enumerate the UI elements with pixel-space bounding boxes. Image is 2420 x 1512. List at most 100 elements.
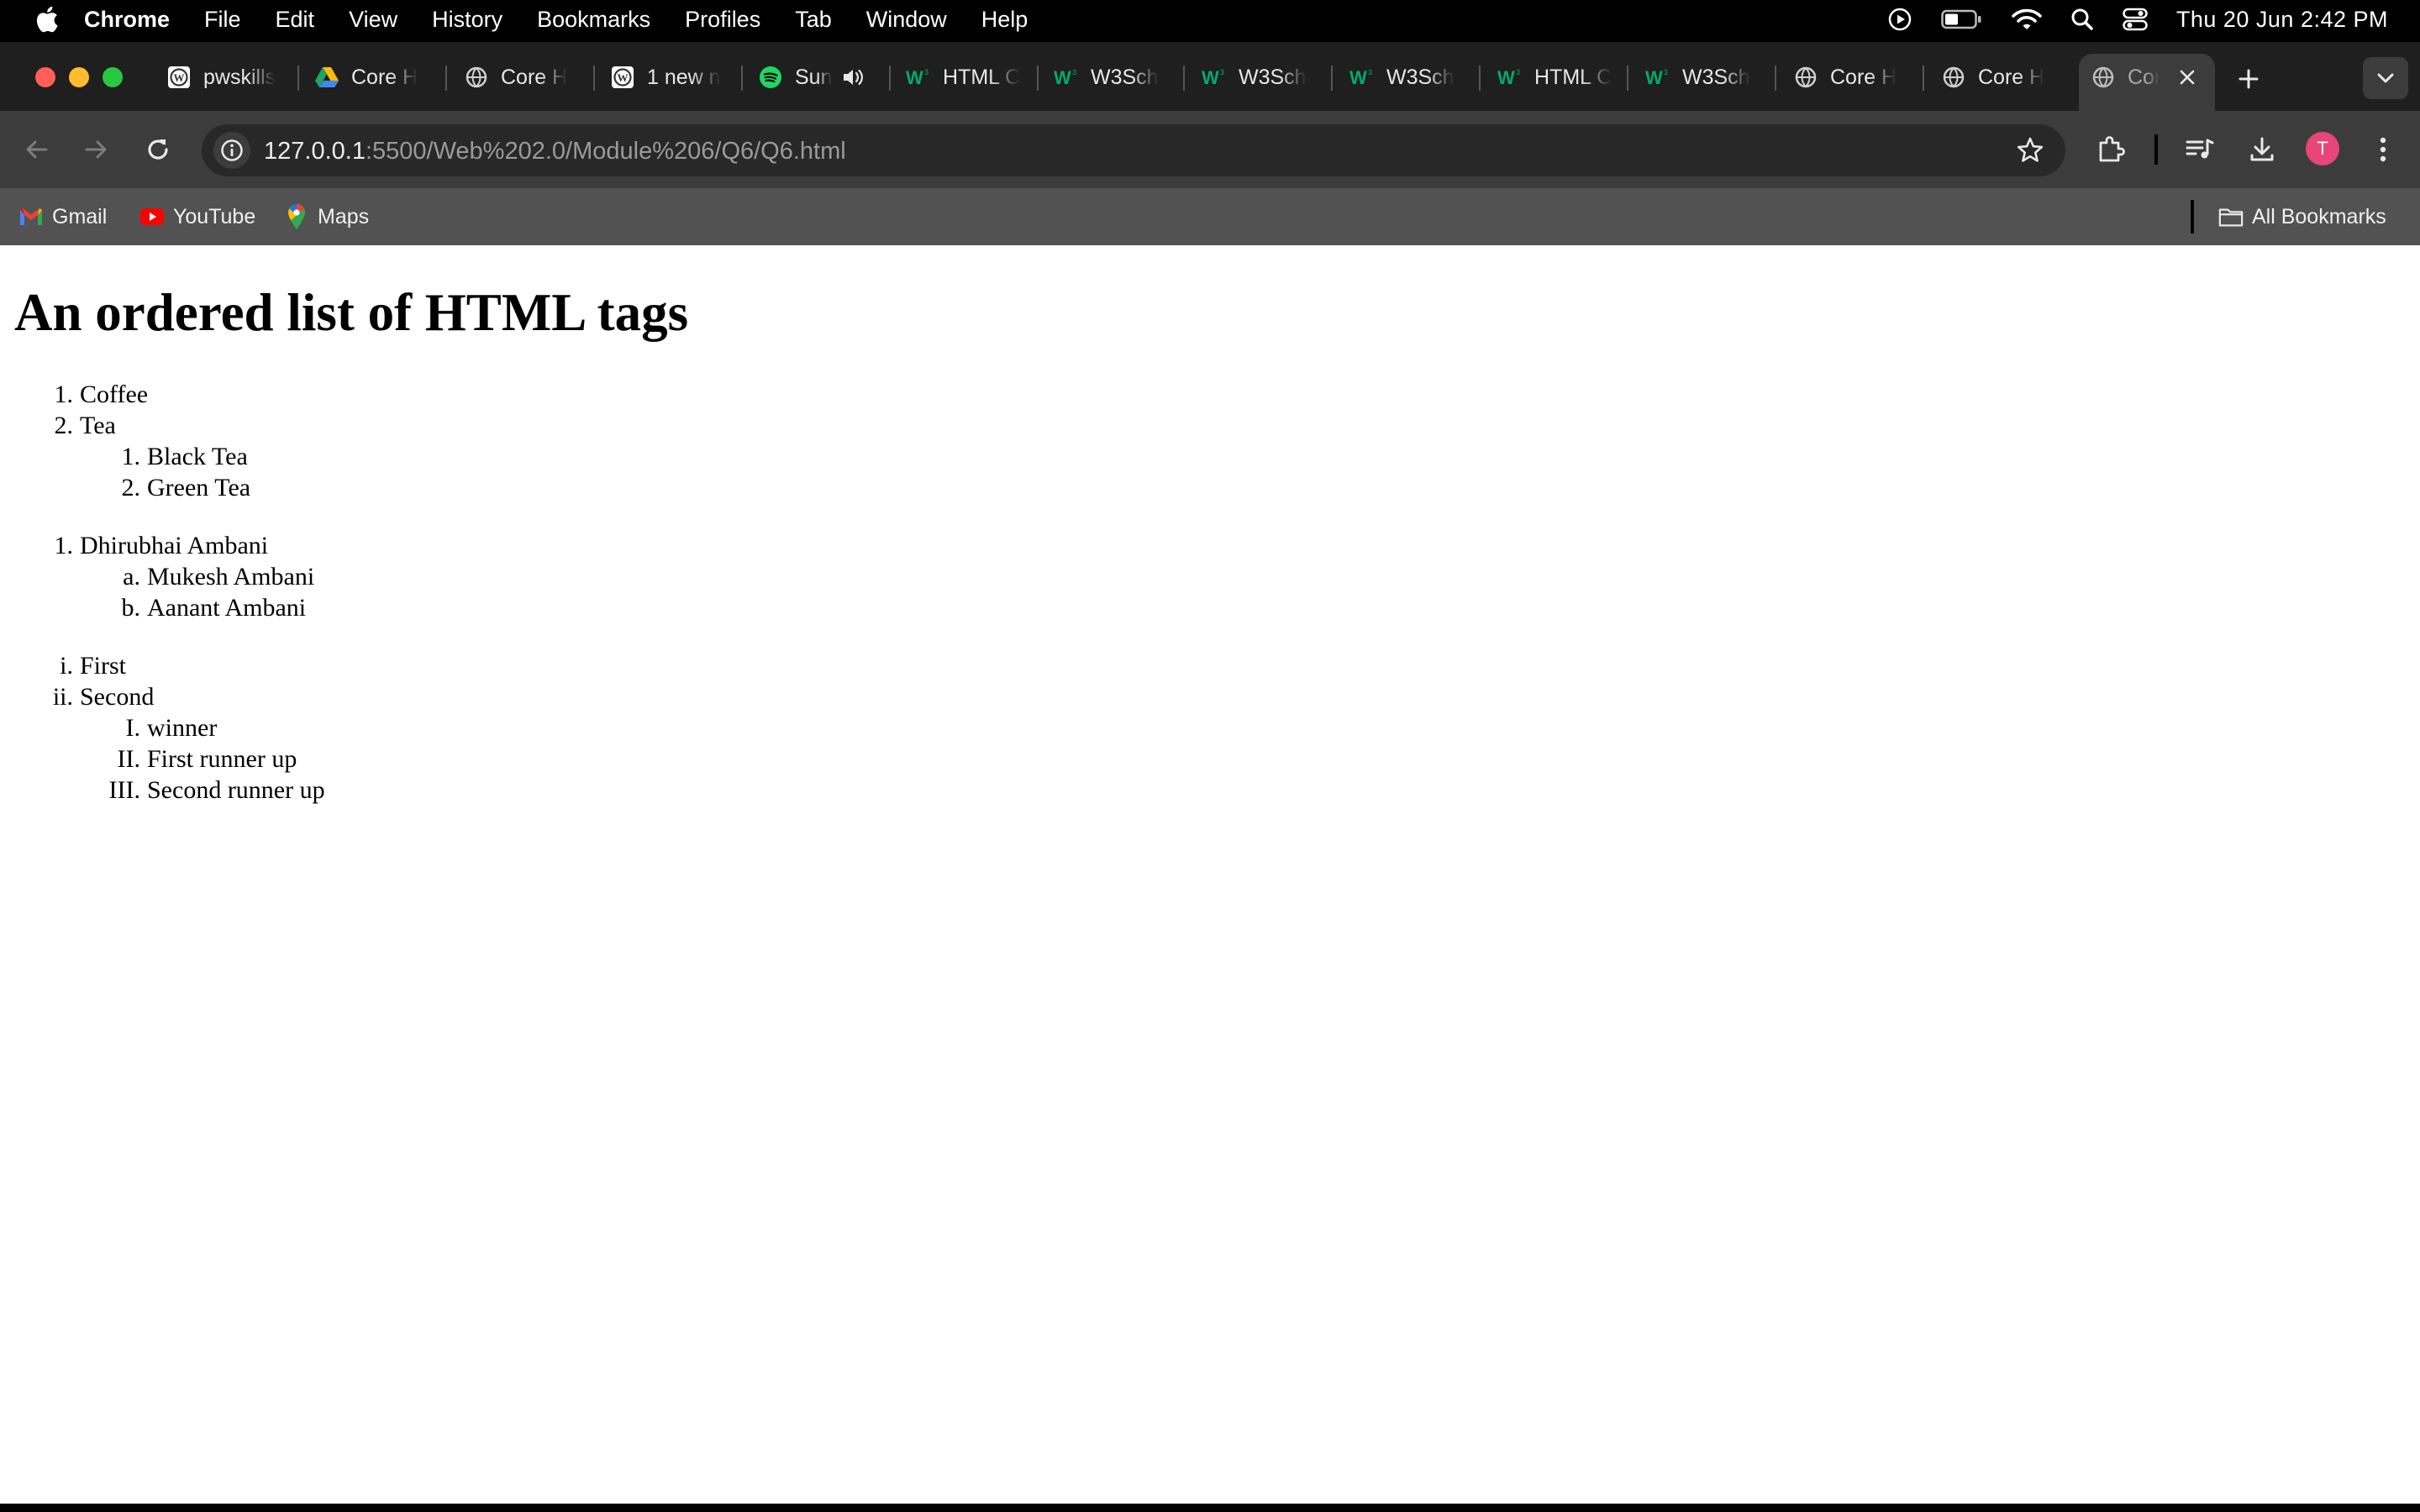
tab-html-w3schools-2[interactable]: W3 HTML C (1497, 60, 1612, 94)
new-tab-button[interactable] (2232, 62, 2265, 96)
bookmark-maps[interactable]: Maps (284, 203, 369, 230)
tab-separator (889, 66, 891, 91)
tab-label: 1 new n (647, 65, 721, 89)
tab-new-notification[interactable]: W 1 new n (610, 60, 724, 94)
nested-list-item: II. First runner up (118, 745, 297, 774)
chrome-menu-button[interactable] (2368, 134, 2398, 165)
spotlight-search-icon[interactable] (2070, 8, 2094, 31)
w3schools-icon: W3 (1349, 65, 1375, 90)
list-marker: III. (108, 776, 140, 804)
list-item-text: Tea (80, 412, 116, 439)
list-item-text: Black Tea (147, 443, 248, 470)
profile-avatar[interactable]: T (2306, 132, 2339, 165)
list-item-text: Second (80, 683, 155, 711)
window-minimize-button[interactable] (69, 67, 89, 87)
tab-separator (1923, 66, 1924, 91)
tab-core-html-drive[interactable]: Core H (314, 60, 429, 94)
address-bar[interactable]: 127.0.0.1:5500/Web%202.0/Module%206/Q6/Q… (202, 124, 2065, 176)
bookmarks-bar: Gmail YouTube Maps All Bookmarks (0, 188, 2420, 245)
list-item-text: First (80, 652, 127, 680)
wifi-icon[interactable] (2012, 8, 2042, 31)
back-button[interactable] (22, 134, 52, 165)
battery-icon[interactable] (1941, 8, 1983, 30)
tab-core-html-1[interactable]: Core H (464, 60, 578, 94)
page-heading: An ordered list of HTML tags (14, 283, 689, 342)
nested-list-item: 2. Green Tea (122, 474, 251, 502)
tab-label: W3Sch (1239, 65, 1307, 89)
list-item: 1. Coffee (55, 381, 149, 409)
menu-bar-clock[interactable]: Thu 20 Jun 2:42 PM (2176, 7, 2388, 33)
tab-separator (1037, 66, 1039, 91)
list-marker: 2. (54, 412, 74, 439)
list-item: i. First (60, 652, 127, 680)
site-info-icon[interactable] (213, 132, 250, 169)
control-center-icon[interactable] (2123, 8, 2148, 31)
address-url[interactable]: 127.0.0.1:5500/Web%202.0/Module%206/Q6/Q… (264, 138, 846, 165)
tab-audio-playing-icon[interactable] (842, 67, 864, 87)
downloads-button[interactable] (2247, 134, 2277, 165)
svg-text:W: W (174, 71, 185, 84)
tab-w3schools-4[interactable]: W3 W3Sch (1645, 60, 1760, 94)
list-marker: 1. (121, 443, 141, 470)
forward-button[interactable] (81, 134, 111, 165)
menu-chrome[interactable]: Chrome (84, 7, 170, 33)
globe-icon (2091, 65, 2116, 90)
reload-button[interactable] (143, 134, 173, 165)
globe-icon (1793, 65, 1818, 90)
svg-text:3: 3 (1220, 68, 1224, 76)
extensions-button[interactable] (2096, 134, 2126, 165)
now-playing-icon[interactable] (1887, 7, 1912, 32)
window-close-button[interactable] (35, 67, 55, 87)
tab-w3schools-2[interactable]: W3 W3Sch (1202, 60, 1316, 94)
menu-file[interactable]: File (204, 7, 241, 33)
menu-profiles[interactable]: Profiles (685, 7, 760, 33)
bookmark-star-icon[interactable] (2015, 135, 2045, 170)
bookmark-gmail[interactable]: Gmail (18, 203, 107, 230)
all-bookmarks-button[interactable]: All Bookmarks (2218, 203, 2386, 230)
globe-icon (1941, 65, 1966, 90)
menu-tab[interactable]: Tab (795, 7, 832, 33)
tab-label: HTML C (1534, 65, 1612, 89)
apple-logo-icon[interactable] (34, 5, 59, 34)
page-content: An ordered list of HTML tags 1. Coffee 2… (0, 245, 2420, 1504)
svg-text:3: 3 (1516, 68, 1520, 76)
google-maps-icon (284, 204, 309, 229)
nested-list-item: III. Second runner up (109, 776, 325, 805)
tab-separator (1183, 66, 1185, 91)
tab-label: Cor (2128, 65, 2160, 89)
tab-separator (1331, 66, 1333, 91)
all-bookmarks-label: All Bookmarks (2252, 204, 2386, 228)
tab-strip: W pwskills Core H Core H W 1 new n Sun W… (0, 42, 2420, 111)
plus-icon (2238, 69, 2259, 89)
tab-search-button[interactable] (2363, 57, 2408, 99)
spotify-icon (758, 65, 783, 90)
menu-edit[interactable]: Edit (276, 7, 315, 33)
list-item-text: Green Tea (147, 474, 251, 501)
bookmark-label: Maps (318, 204, 370, 228)
tab-html-w3schools-1[interactable]: W3 HTML C (906, 60, 1020, 94)
tab-spotify[interactable]: Sun (758, 60, 872, 94)
tab-w3schools-1[interactable]: W3 W3Sch (1054, 60, 1168, 94)
tab-current[interactable]: Cor (2091, 60, 2208, 94)
menu-view[interactable]: View (349, 7, 397, 33)
tab-core-html-3[interactable]: Core H (1941, 60, 2055, 94)
tab-separator (1627, 66, 1628, 91)
menu-help[interactable]: Help (981, 7, 1028, 33)
bookmark-youtube[interactable]: YouTube (139, 203, 255, 230)
menu-history[interactable]: History (432, 7, 502, 33)
tab-w3schools-3[interactable]: W3 W3Sch (1349, 60, 1464, 94)
media-controls-button[interactable] (2185, 134, 2215, 165)
globe-icon (464, 65, 489, 90)
tab-close-icon[interactable] (2178, 68, 2196, 87)
tab-pwskills[interactable]: W pwskills (166, 60, 281, 94)
list-marker: a. (123, 563, 140, 591)
toolbar-divider (2154, 134, 2158, 165)
svg-text:3: 3 (1072, 68, 1076, 76)
nested-list-item: 1. Black Tea (122, 443, 248, 471)
list-item-text: Aanant Ambani (147, 594, 307, 622)
window-zoom-button[interactable] (103, 67, 123, 87)
w3schools-icon: W3 (1202, 65, 1227, 90)
menu-bookmarks[interactable]: Bookmarks (537, 7, 650, 33)
menu-window[interactable]: Window (866, 7, 947, 33)
tab-core-html-2[interactable]: Core H (1793, 60, 1907, 94)
